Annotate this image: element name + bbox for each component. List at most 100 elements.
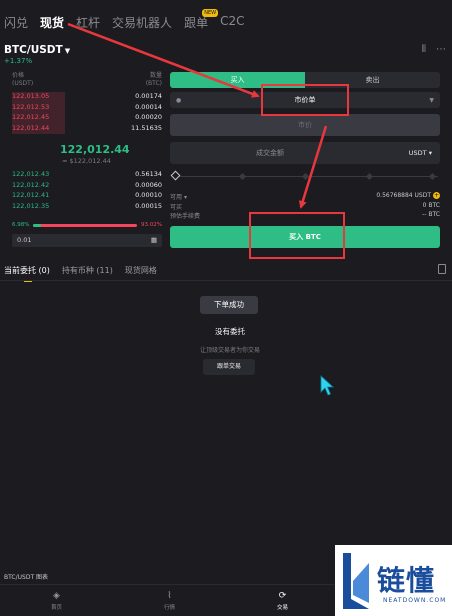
fee-value: -- BTC bbox=[422, 211, 440, 218]
pair-selector[interactable]: BTC/USDT ▼ bbox=[4, 44, 70, 56]
available-value: 0.56768884 USDT bbox=[376, 192, 431, 199]
bid-row[interactable]: 122,012.35 0.00015 bbox=[12, 202, 162, 213]
nav-markets-label: 行情 bbox=[163, 605, 175, 611]
tab-copy-trading[interactable]: 跟单 NEW bbox=[184, 9, 219, 31]
slider-handle[interactable] bbox=[170, 170, 181, 181]
caret-down-icon: ▼ bbox=[64, 47, 71, 55]
ask-qty: 11.51635 bbox=[130, 123, 162, 132]
amount-unit-select[interactable]: USDT ▾ bbox=[409, 142, 432, 164]
trade-icon: ⟳ bbox=[278, 591, 287, 601]
precision-select[interactable]: 0.01 ▦ bbox=[12, 234, 162, 247]
logo-url: NEATDOWN.COM bbox=[383, 597, 447, 604]
orderbook-header: 价格 (USDT) 数量 (BTC) bbox=[12, 72, 162, 88]
market-icon: ⌇ bbox=[167, 591, 172, 601]
amount-field[interactable]: 成交金额 USDT ▾ bbox=[170, 142, 440, 164]
logo-mark-icon bbox=[343, 553, 369, 609]
slider-mark-75[interactable] bbox=[365, 172, 374, 180]
slider-mark-25[interactable] bbox=[238, 172, 247, 180]
bid-row[interactable]: 122,012.41 0.00010 bbox=[12, 191, 162, 202]
pair-symbol: BTC/USDT bbox=[4, 44, 63, 56]
tab-copy-trading-label: 跟单 bbox=[184, 16, 209, 30]
chevron-down-icon: ▼ bbox=[429, 96, 434, 104]
ask-price: 122,012.53 bbox=[12, 102, 50, 111]
price-change: +1.37% bbox=[4, 57, 33, 65]
tab-spot-grid[interactable]: 现货网格 bbox=[125, 265, 157, 276]
nav-trade[interactable]: ⟳ 交易 bbox=[226, 585, 339, 616]
bid-row[interactable]: 122,012.43 0.56134 bbox=[12, 170, 162, 181]
orders-tab-bar: 当前委托 (0) 持有币种 (11) 现货网格 bbox=[4, 265, 157, 282]
buy-ratio: 6.98% bbox=[12, 222, 30, 228]
price-field: 市价 bbox=[170, 114, 440, 136]
chart-toggle-icon[interactable]: ⫴ bbox=[422, 44, 426, 55]
bid-qty: 0.00010 bbox=[135, 191, 162, 199]
copy-trading-button[interactable]: 跟单交易 bbox=[203, 359, 255, 375]
chart-link[interactable]: BTC/USDT 图表 bbox=[4, 572, 48, 581]
can-buy-row: 可买 0 BTC bbox=[170, 202, 440, 212]
amount-unit: USDT bbox=[408, 149, 427, 157]
header-actions: ⫴ ⋯ bbox=[422, 44, 446, 55]
empty-title: 没有委托 bbox=[215, 327, 245, 336]
ask-row[interactable]: 122,012.45 0.00020 bbox=[12, 113, 162, 124]
divider bbox=[0, 280, 452, 281]
precision-value: 0.01 bbox=[17, 236, 32, 244]
mouse-cursor-icon bbox=[320, 375, 334, 396]
amount-slider[interactable] bbox=[170, 170, 438, 181]
ask-price: 122,012.45 bbox=[12, 113, 50, 121]
ask-row[interactable]: 122,013.05 0.00174 bbox=[12, 92, 162, 103]
bid-price: 122,012.35 bbox=[12, 201, 50, 210]
ask-row[interactable]: 122,012.44 11.51635 bbox=[12, 123, 162, 134]
highlight-order-type bbox=[261, 84, 349, 116]
deposit-plus-icon[interactable]: + bbox=[433, 192, 440, 199]
nav-home[interactable]: ◈ 首页 bbox=[0, 585, 113, 616]
bid-rows: 122,012.43 0.56134 122,012.42 0.00060 122,… bbox=[12, 170, 162, 212]
bid-qty: 0.00015 bbox=[135, 201, 162, 210]
can-buy-label: 可买 bbox=[170, 203, 183, 211]
info-icon[interactable]: ● bbox=[176, 97, 181, 104]
ask-rows: 122,013.05 0.00174 122,012.53 0.00014 122,… bbox=[12, 92, 162, 134]
new-badge: NEW bbox=[202, 9, 219, 17]
tab-c2c[interactable]: C2C bbox=[220, 14, 244, 31]
home-icon: ◈ bbox=[53, 591, 60, 601]
nav-home-label: 首页 bbox=[50, 605, 62, 611]
ask-qty: 0.00020 bbox=[135, 113, 162, 121]
grid-layout-icon[interactable]: ▦ bbox=[151, 236, 157, 245]
bid-price: 122,012.43 bbox=[12, 170, 50, 178]
price-unit: (USDT) bbox=[12, 80, 34, 87]
tab-margin[interactable]: 杠杆 bbox=[76, 14, 100, 31]
order-history-icon[interactable] bbox=[438, 264, 446, 274]
bid-qty: 0.56134 bbox=[135, 170, 162, 178]
success-toast: 下单成功 bbox=[200, 296, 258, 314]
sell-ratio: 93.02% bbox=[141, 222, 162, 228]
logo-name: 链懂 bbox=[377, 564, 436, 597]
slider-mark-100[interactable] bbox=[428, 172, 437, 180]
more-icon[interactable]: ⋯ bbox=[436, 44, 446, 55]
nav-trade-label: 交易 bbox=[276, 605, 288, 611]
ask-row[interactable]: 122,012.53 0.00014 bbox=[12, 102, 162, 113]
bid-qty: 0.00060 bbox=[135, 180, 162, 189]
price-header: 价格 bbox=[12, 72, 25, 79]
ask-price: 122,013.05 bbox=[12, 92, 50, 100]
tab-flash-swap[interactable]: 闪兑 bbox=[4, 14, 28, 31]
bid-price: 122,012.41 bbox=[12, 191, 50, 199]
nav-markets[interactable]: ⌇ 行情 bbox=[113, 585, 226, 616]
slider-mark-50[interactable] bbox=[301, 172, 310, 180]
tab-trading-bots[interactable]: 交易机器人 bbox=[112, 14, 172, 31]
ask-qty: 0.00174 bbox=[135, 92, 162, 100]
tab-open-orders[interactable]: 当前委托 (0) bbox=[4, 265, 50, 282]
watermark-logo: 链懂 NEATDOWN.COM bbox=[335, 545, 452, 616]
last-price-fiat: ≈ $122,012.44 bbox=[62, 157, 111, 165]
tab-spot[interactable]: 现货 bbox=[40, 14, 64, 31]
top-tab-bar: 闪兑 现货 杠杆 交易机器人 跟单 NEW C2C bbox=[4, 9, 244, 31]
bid-row[interactable]: 122,012.42 0.00060 bbox=[12, 181, 162, 192]
last-price: 122,012.44 bbox=[60, 143, 130, 156]
bid-price: 122,012.42 bbox=[12, 180, 50, 189]
chevron-down-icon: ▾ bbox=[428, 149, 432, 157]
tab-holdings[interactable]: 持有币种 (11) bbox=[62, 265, 113, 276]
qty-unit: (BTC) bbox=[145, 80, 162, 87]
buy-sell-ratio: 6.98% 93.02% bbox=[12, 222, 162, 228]
available-row: 可用 ▾ 0.56768884 USDT + bbox=[170, 192, 440, 202]
can-buy-value: 0 BTC bbox=[422, 201, 440, 209]
ask-qty: 0.00014 bbox=[135, 102, 162, 111]
available-label: 可用 bbox=[170, 194, 183, 201]
ratio-bar bbox=[33, 223, 138, 227]
